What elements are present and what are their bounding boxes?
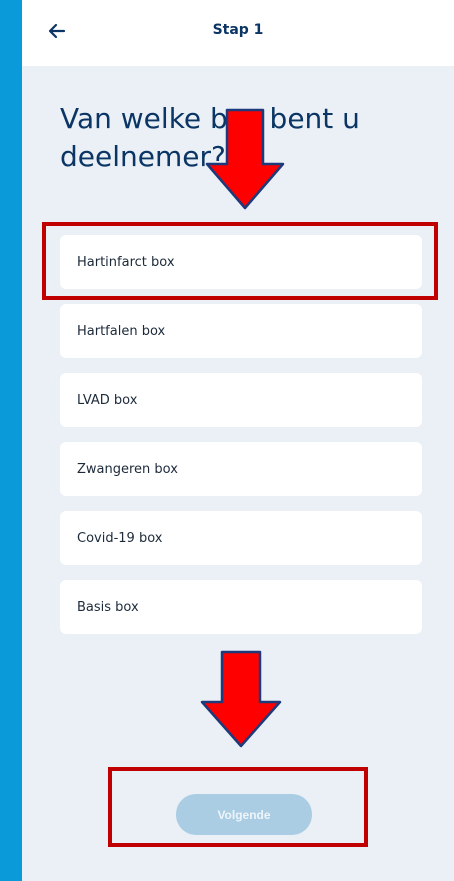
option-label: Hartfalen box <box>77 324 166 339</box>
red-arrow-down-icon <box>200 650 282 748</box>
top-bar: Stap 1 <box>22 0 454 66</box>
option-hartfalen-box[interactable]: Hartfalen box <box>60 304 422 358</box>
option-zwangeren-box[interactable]: Zwangeren box <box>60 442 422 496</box>
option-label: Zwangeren box <box>77 462 178 477</box>
highlight-box-next-button <box>108 767 368 847</box>
option-lvad-box[interactable]: LVAD box <box>60 373 422 427</box>
step-title: Stap 1 <box>212 22 264 38</box>
option-label: LVAD box <box>77 393 138 408</box>
highlight-box-first-option <box>42 222 438 300</box>
option-covid-19-box[interactable]: Covid-19 box <box>60 511 422 565</box>
option-basis-box[interactable]: Basis box <box>60 580 422 634</box>
option-label: Covid-19 box <box>77 531 163 546</box>
red-arrow-down-icon <box>205 108 285 210</box>
option-label: Basis box <box>77 600 139 615</box>
